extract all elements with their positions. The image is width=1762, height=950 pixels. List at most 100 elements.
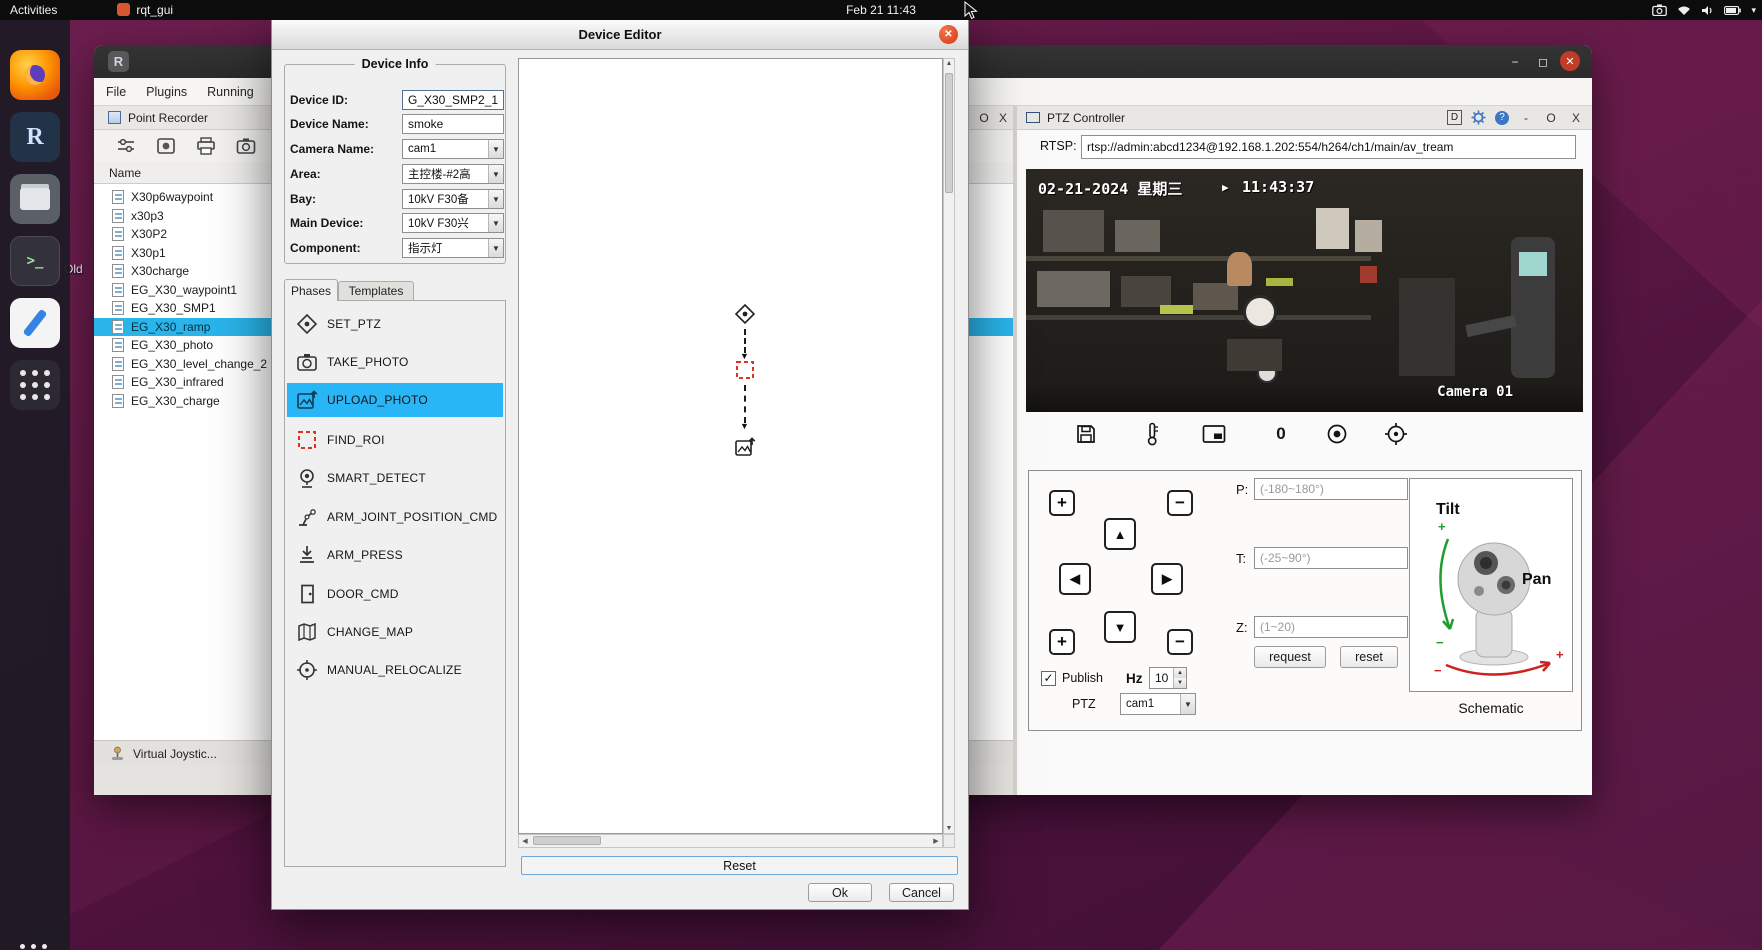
zoom-input[interactable] — [1254, 616, 1408, 638]
dock-close-button[interactable]: X — [1568, 111, 1584, 125]
phase-item-take-photo[interactable]: TAKE_PHOTO — [287, 345, 503, 379]
scroll-left-icon[interactable]: ◀ — [520, 837, 530, 845]
ptz-camera-select[interactable]: cam1▼ — [1120, 693, 1196, 715]
device-id-label: Device ID: — [290, 93, 400, 107]
horizontal-scrollbar[interactable]: ◀ ▶ — [518, 834, 943, 848]
firefox-dock-icon[interactable] — [10, 50, 60, 100]
zoom-out-button[interactable]: − — [1167, 490, 1193, 516]
battery-icon[interactable] — [1724, 6, 1741, 15]
vertical-scrollbar[interactable]: ▲ ▼ — [943, 58, 955, 834]
network-icon[interactable] — [1677, 5, 1691, 16]
pan-right-button[interactable]: ▶ — [1151, 563, 1183, 595]
cancel-button[interactable]: Cancel — [889, 883, 954, 902]
area-select[interactable]: 主控楼-#2高▼ — [402, 164, 504, 184]
screenshot-indicator-icon[interactable] — [1652, 4, 1667, 16]
scroll-up-icon[interactable]: ▲ — [944, 60, 954, 67]
flow-set-ptz-icon[interactable] — [734, 303, 756, 325]
maximize-button[interactable]: ◻ — [1532, 53, 1554, 71]
help-icon[interactable]: ? — [1495, 111, 1509, 125]
tilt-input[interactable] — [1254, 547, 1408, 569]
ptz-settings-gear-icon[interactable] — [1382, 420, 1410, 448]
flow-find-roi-icon[interactable] — [734, 359, 756, 381]
phase-item-manual-relocalize[interactable]: MANUAL_RELOCALIZE — [287, 653, 503, 687]
publish-checkbox[interactable]: ✓ — [1041, 671, 1056, 686]
ptz-controller-titlebar[interactable]: PTZ Controller D ? - O X — [1017, 106, 1592, 130]
point-recorder-title: Point Recorder — [128, 111, 208, 125]
rtsp-input[interactable] — [1081, 135, 1576, 159]
component-select[interactable]: 指示灯▼ — [402, 238, 504, 258]
scroll-down-icon[interactable]: ▼ — [944, 825, 954, 832]
thermometer-icon[interactable] — [1138, 420, 1166, 448]
phase-item-set-ptz[interactable]: SET_PTZ — [287, 307, 503, 341]
pan-left-button[interactable]: ◀ — [1059, 563, 1091, 595]
hz-spinbox[interactable]: 10 ▲▼ — [1149, 667, 1187, 689]
close-button[interactable]: ✕ — [1560, 51, 1580, 71]
minimize-button[interactable]: − — [1504, 53, 1526, 71]
record-icon[interactable] — [1323, 420, 1351, 448]
files-dock-icon[interactable] — [10, 174, 60, 224]
bay-select[interactable]: 10kV F30备▼ — [402, 189, 504, 209]
phase-flow-canvas[interactable]: ▼ ▼ — [518, 58, 943, 834]
camera-name-select[interactable]: cam1▼ — [402, 139, 504, 159]
spin-up-icon[interactable]: ▲ — [1174, 668, 1186, 678]
volume-icon[interactable] — [1701, 5, 1714, 16]
phase-item-find-roi[interactable]: FIND_ROI — [287, 423, 503, 457]
tilt-down-button[interactable]: ▼ — [1104, 611, 1136, 643]
menu-plugins[interactable]: Plugins — [146, 85, 187, 99]
dock-minimize-button[interactable]: - — [1518, 111, 1534, 125]
device-id-input[interactable] — [402, 90, 504, 110]
close-icon[interactable]: ✕ — [939, 25, 958, 44]
flow-upload-photo-icon[interactable] — [734, 436, 756, 458]
spin-down-icon[interactable]: ▼ — [1174, 678, 1186, 688]
dock-float-button[interactable]: O — [1543, 111, 1559, 125]
settings-icon[interactable] — [116, 137, 136, 155]
ptz-reset-button[interactable]: reset — [1340, 646, 1398, 668]
scroll-right-icon[interactable]: ▶ — [931, 837, 941, 845]
scrollbar-thumb[interactable] — [533, 836, 601, 845]
activities-button[interactable]: Activities — [0, 3, 67, 17]
flow-arrowhead-icon: ▼ — [740, 421, 749, 431]
menu-running[interactable]: Running — [207, 85, 254, 99]
chevron-down-icon: ▼ — [1180, 694, 1195, 714]
shelf-item — [1227, 339, 1283, 371]
show-apps-button[interactable] — [10, 360, 60, 410]
phase-item-arm-press[interactable]: ARM_PRESS — [287, 538, 503, 572]
menu-file[interactable]: File — [106, 85, 126, 99]
picture-in-picture-icon[interactable] — [1200, 420, 1228, 448]
record-point-icon[interactable] — [156, 137, 176, 155]
tilt-up-button[interactable]: ▲ — [1104, 518, 1136, 550]
pan-input[interactable] — [1254, 478, 1408, 500]
print-icon[interactable] — [196, 137, 216, 155]
phase-item-change-map[interactable]: CHANGE_MAP — [287, 615, 503, 649]
phase-item-smart-detect[interactable]: SMART_DETECT — [287, 461, 503, 495]
detach-button[interactable]: D — [1447, 110, 1462, 125]
phase-item-arm-joint-position[interactable]: ARM_JOINT_POSITION_CMD — [287, 500, 503, 534]
save-snapshot-icon[interactable] — [1072, 420, 1100, 448]
reset-button[interactable]: Reset — [521, 856, 958, 875]
camera-tool-icon[interactable] — [236, 137, 256, 155]
chevron-down-icon[interactable]: ▾ — [1751, 5, 1756, 16]
rqt-dock-icon[interactable]: R — [10, 112, 60, 162]
main-device-select[interactable]: 10kV F30兴▼ — [402, 213, 504, 233]
figure — [1227, 252, 1252, 286]
zoom-zero-button[interactable]: 0 — [1267, 420, 1295, 448]
focus-out-button[interactable]: − — [1167, 629, 1193, 655]
tab-phases[interactable]: Phases — [284, 279, 338, 301]
terminal-dock-icon[interactable]: >_ — [10, 236, 60, 286]
phase-item-upload-photo[interactable]: UPLOAD_PHOTO — [287, 383, 503, 417]
focus-in-button[interactable]: + — [1049, 629, 1075, 655]
zoom-in-button[interactable]: + — [1049, 490, 1075, 516]
phase-item-door-cmd[interactable]: DOOR_CMD — [287, 577, 503, 611]
gear-icon[interactable] — [1471, 110, 1486, 125]
ok-button[interactable]: Ok — [808, 883, 872, 902]
device-name-input[interactable] — [402, 114, 504, 134]
tab-templates[interactable]: Templates — [338, 281, 414, 301]
clock[interactable]: Feb 21 11:43 — [821, 3, 941, 17]
text-editor-dock-icon[interactable] — [10, 298, 60, 348]
request-button[interactable]: request — [1254, 646, 1326, 668]
dock-close-button[interactable]: X — [995, 111, 1011, 125]
scrollbar-thumb[interactable] — [945, 73, 953, 193]
focused-app-menu[interactable]: rqt_gui — [107, 3, 183, 17]
dock-float-button[interactable]: O — [976, 111, 992, 125]
device-editor-titlebar[interactable]: Device Editor ✕ — [272, 19, 968, 50]
